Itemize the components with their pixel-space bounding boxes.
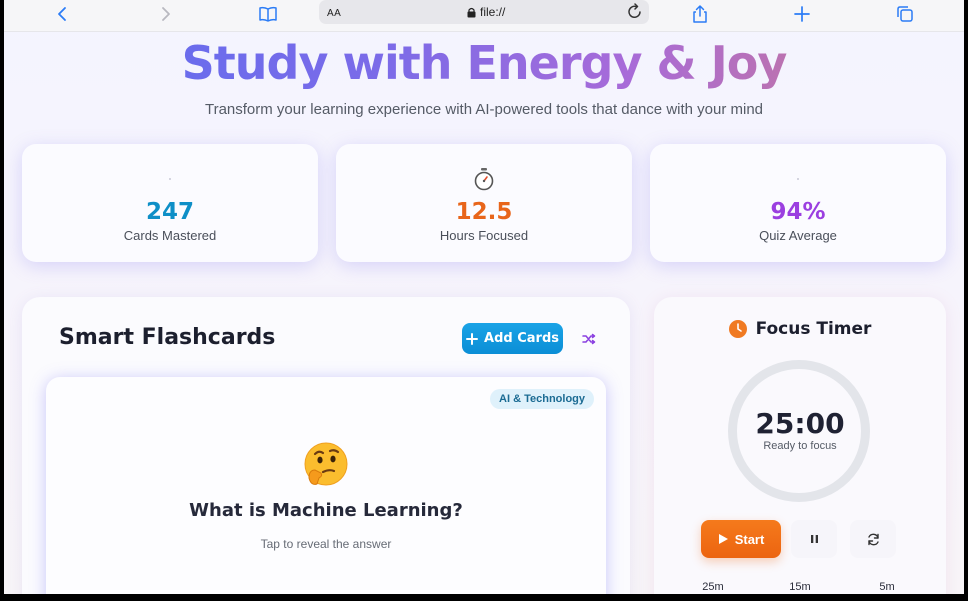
timer-title: Focus Timer — [755, 319, 872, 339]
stat-value: 94% — [770, 199, 826, 225]
stopwatch-icon — [336, 166, 632, 192]
tabs-button[interactable] — [891, 2, 919, 26]
focus-timer-panel: Focus Timer 25:00 Ready to focus Start 2… — [654, 297, 946, 594]
add-cards-label: Add Cards — [484, 331, 559, 346]
browser-toolbar: AA file:// — [4, 0, 964, 32]
refresh-icon — [867, 533, 879, 545]
chevron-left-icon — [58, 7, 66, 21]
flashcard[interactable]: AI & Technology What is Machine Learning… — [46, 377, 606, 594]
address-bar[interactable]: AA file:// — [319, 0, 649, 24]
stat-value: 12.5 — [455, 199, 513, 225]
window-bottom-edge — [0, 594, 968, 601]
stat-card-quiz-average: 94% Quiz Average — [650, 144, 946, 262]
new-tab-button[interactable] — [788, 2, 816, 26]
timer-header: Focus Timer — [654, 319, 946, 339]
stat-card-hours-focused: 12.5 Hours Focused — [336, 144, 632, 262]
plus-icon — [466, 332, 479, 345]
tabs-icon — [897, 6, 913, 22]
start-label: Start — [734, 531, 765, 547]
stat-label: Cards Mastered — [123, 228, 217, 243]
timer-display: 25:00 — [755, 407, 845, 440]
flashcard-question: What is Machine Learning? — [189, 500, 463, 521]
stat-label: Quiz Average — [759, 228, 837, 243]
stat-value: 247 — [145, 199, 194, 225]
category-tag: AI & Technology — [490, 389, 594, 409]
stat-label: Hours Focused — [439, 228, 529, 243]
hero-subtitle: Transform your learning experience with … — [204, 101, 764, 118]
preset-25m-button[interactable]: 25m — [683, 581, 743, 593]
pause-icon — [810, 535, 818, 543]
text-size-button[interactable]: AA — [327, 8, 341, 19]
dot-icon — [22, 166, 318, 192]
thinking-face-icon — [304, 442, 348, 486]
bookmarks-button[interactable] — [254, 2, 282, 26]
clock-icon — [728, 320, 747, 338]
app-window: AA file:// Study with Energy & Joy Trans… — [4, 0, 964, 594]
plus-icon — [794, 6, 810, 22]
timer-status: Ready to focus — [763, 440, 837, 452]
add-cards-button[interactable]: Add Cards — [462, 323, 563, 354]
lock-icon — [467, 7, 476, 17]
play-icon — [718, 534, 728, 544]
share-icon — [693, 5, 707, 23]
flashcards-panel: Smart Flashcards Add Cards AI & Technolo… — [22, 297, 630, 594]
url-text: file:// — [480, 5, 506, 19]
share-button[interactable] — [686, 2, 714, 26]
chevron-right-icon — [162, 7, 170, 21]
preset-15m-button[interactable]: 15m — [770, 581, 830, 593]
back-button[interactable] — [49, 2, 77, 26]
reset-button[interactable] — [850, 520, 896, 558]
shuffle-button[interactable] — [578, 328, 600, 350]
forward-button[interactable] — [151, 2, 179, 26]
dot-icon — [650, 166, 946, 192]
stat-card-cards-mastered: 247 Cards Mastered — [22, 144, 318, 262]
preset-5m-button[interactable]: 5m — [857, 581, 917, 593]
start-button[interactable]: Start — [701, 520, 781, 558]
flashcard-hint: Tap to reveal the answer — [260, 537, 392, 551]
pause-button[interactable] — [791, 520, 837, 558]
shuffle-icon — [582, 333, 596, 345]
url-display: file:// — [467, 5, 505, 19]
book-icon — [259, 6, 277, 22]
reload-icon[interactable] — [627, 3, 643, 20]
flashcards-title: Smart Flashcards — [59, 325, 276, 350]
hero-title: Study with Energy & Joy — [4, 36, 964, 90]
